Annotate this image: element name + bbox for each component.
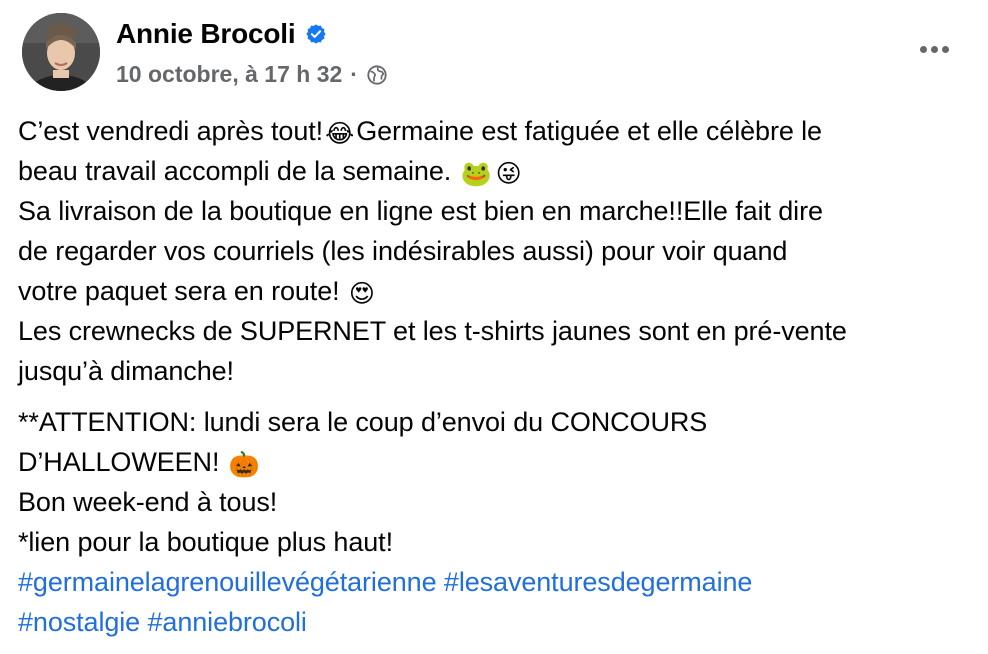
text: votre paquet sera en route! bbox=[18, 276, 340, 306]
post-paragraph-1: C’est vendredi après tout!😂Germaine est … bbox=[18, 111, 978, 391]
verified-badge-icon bbox=[305, 23, 327, 45]
text: C’est vendredi après tout! bbox=[18, 116, 324, 146]
text: beau travail accompli de la semaine. bbox=[18, 156, 452, 186]
hashtag-line: #germainelagrenouillevégétarienne #lesav… bbox=[18, 562, 978, 602]
text-line: jusqu’à dimanche! bbox=[18, 356, 234, 386]
globe-icon[interactable] bbox=[366, 64, 388, 86]
text-line: **ATTENTION: lundi sera le coup d’envoi … bbox=[18, 407, 708, 437]
hashtag-link[interactable]: #lesaventuresdegermaine bbox=[444, 567, 753, 597]
text-line: Bon week-end à tous! bbox=[18, 487, 278, 517]
text-line: votre paquet sera en route! 😍 bbox=[18, 271, 978, 311]
author-name[interactable]: Annie Brocoli bbox=[116, 18, 296, 50]
meta-separator: · bbox=[350, 61, 358, 87]
joy-emoji-icon: 😂 bbox=[325, 120, 355, 148]
more-options-icon[interactable] bbox=[914, 36, 954, 62]
text-line: Les crewnecks de SUPERNET et les t-shirt… bbox=[18, 316, 847, 346]
text-line: de regarder vos courriels (les indésirab… bbox=[18, 236, 788, 266]
hashtag-link[interactable]: #nostalgie bbox=[18, 607, 140, 637]
text-line: D’HALLOWEEN! 🎃 bbox=[18, 442, 978, 482]
pumpkin-emoji-icon: 🎃 bbox=[228, 451, 260, 479]
text-line: beau travail accompli de la semaine. 🐸 😜 bbox=[18, 151, 978, 191]
text: D’HALLOWEEN! bbox=[18, 447, 220, 477]
text-line: *lien pour la boutique plus haut! bbox=[18, 527, 393, 557]
winking-tongue-emoji-icon: 😜 bbox=[495, 160, 522, 188]
post-paragraph-2: **ATTENTION: lundi sera le coup d’envoi … bbox=[18, 402, 978, 642]
heart-eyes-emoji-icon: 😍 bbox=[348, 280, 375, 308]
hashtag-link[interactable]: #anniebrocoli bbox=[148, 607, 307, 637]
hashtag-line: #nostalgie #anniebrocoli bbox=[18, 602, 978, 642]
hashtag-link[interactable]: #germainelagrenouillevégétarienne bbox=[18, 567, 437, 597]
text: Germaine est fatiguée et elle célèbre le bbox=[356, 116, 822, 146]
text-line: C’est vendredi après tout!😂Germaine est … bbox=[18, 111, 978, 151]
frog-emoji-icon: 🐸 bbox=[460, 160, 492, 188]
post-timestamp[interactable]: 10 octobre, à 17 h 32 bbox=[116, 61, 342, 88]
text-line: Sa livraison de la boutique en ligne est… bbox=[18, 196, 823, 226]
avatar-photo bbox=[22, 13, 100, 91]
post-body: C’est vendredi après tout!😂Germaine est … bbox=[18, 111, 978, 642]
author-avatar[interactable] bbox=[22, 13, 100, 91]
